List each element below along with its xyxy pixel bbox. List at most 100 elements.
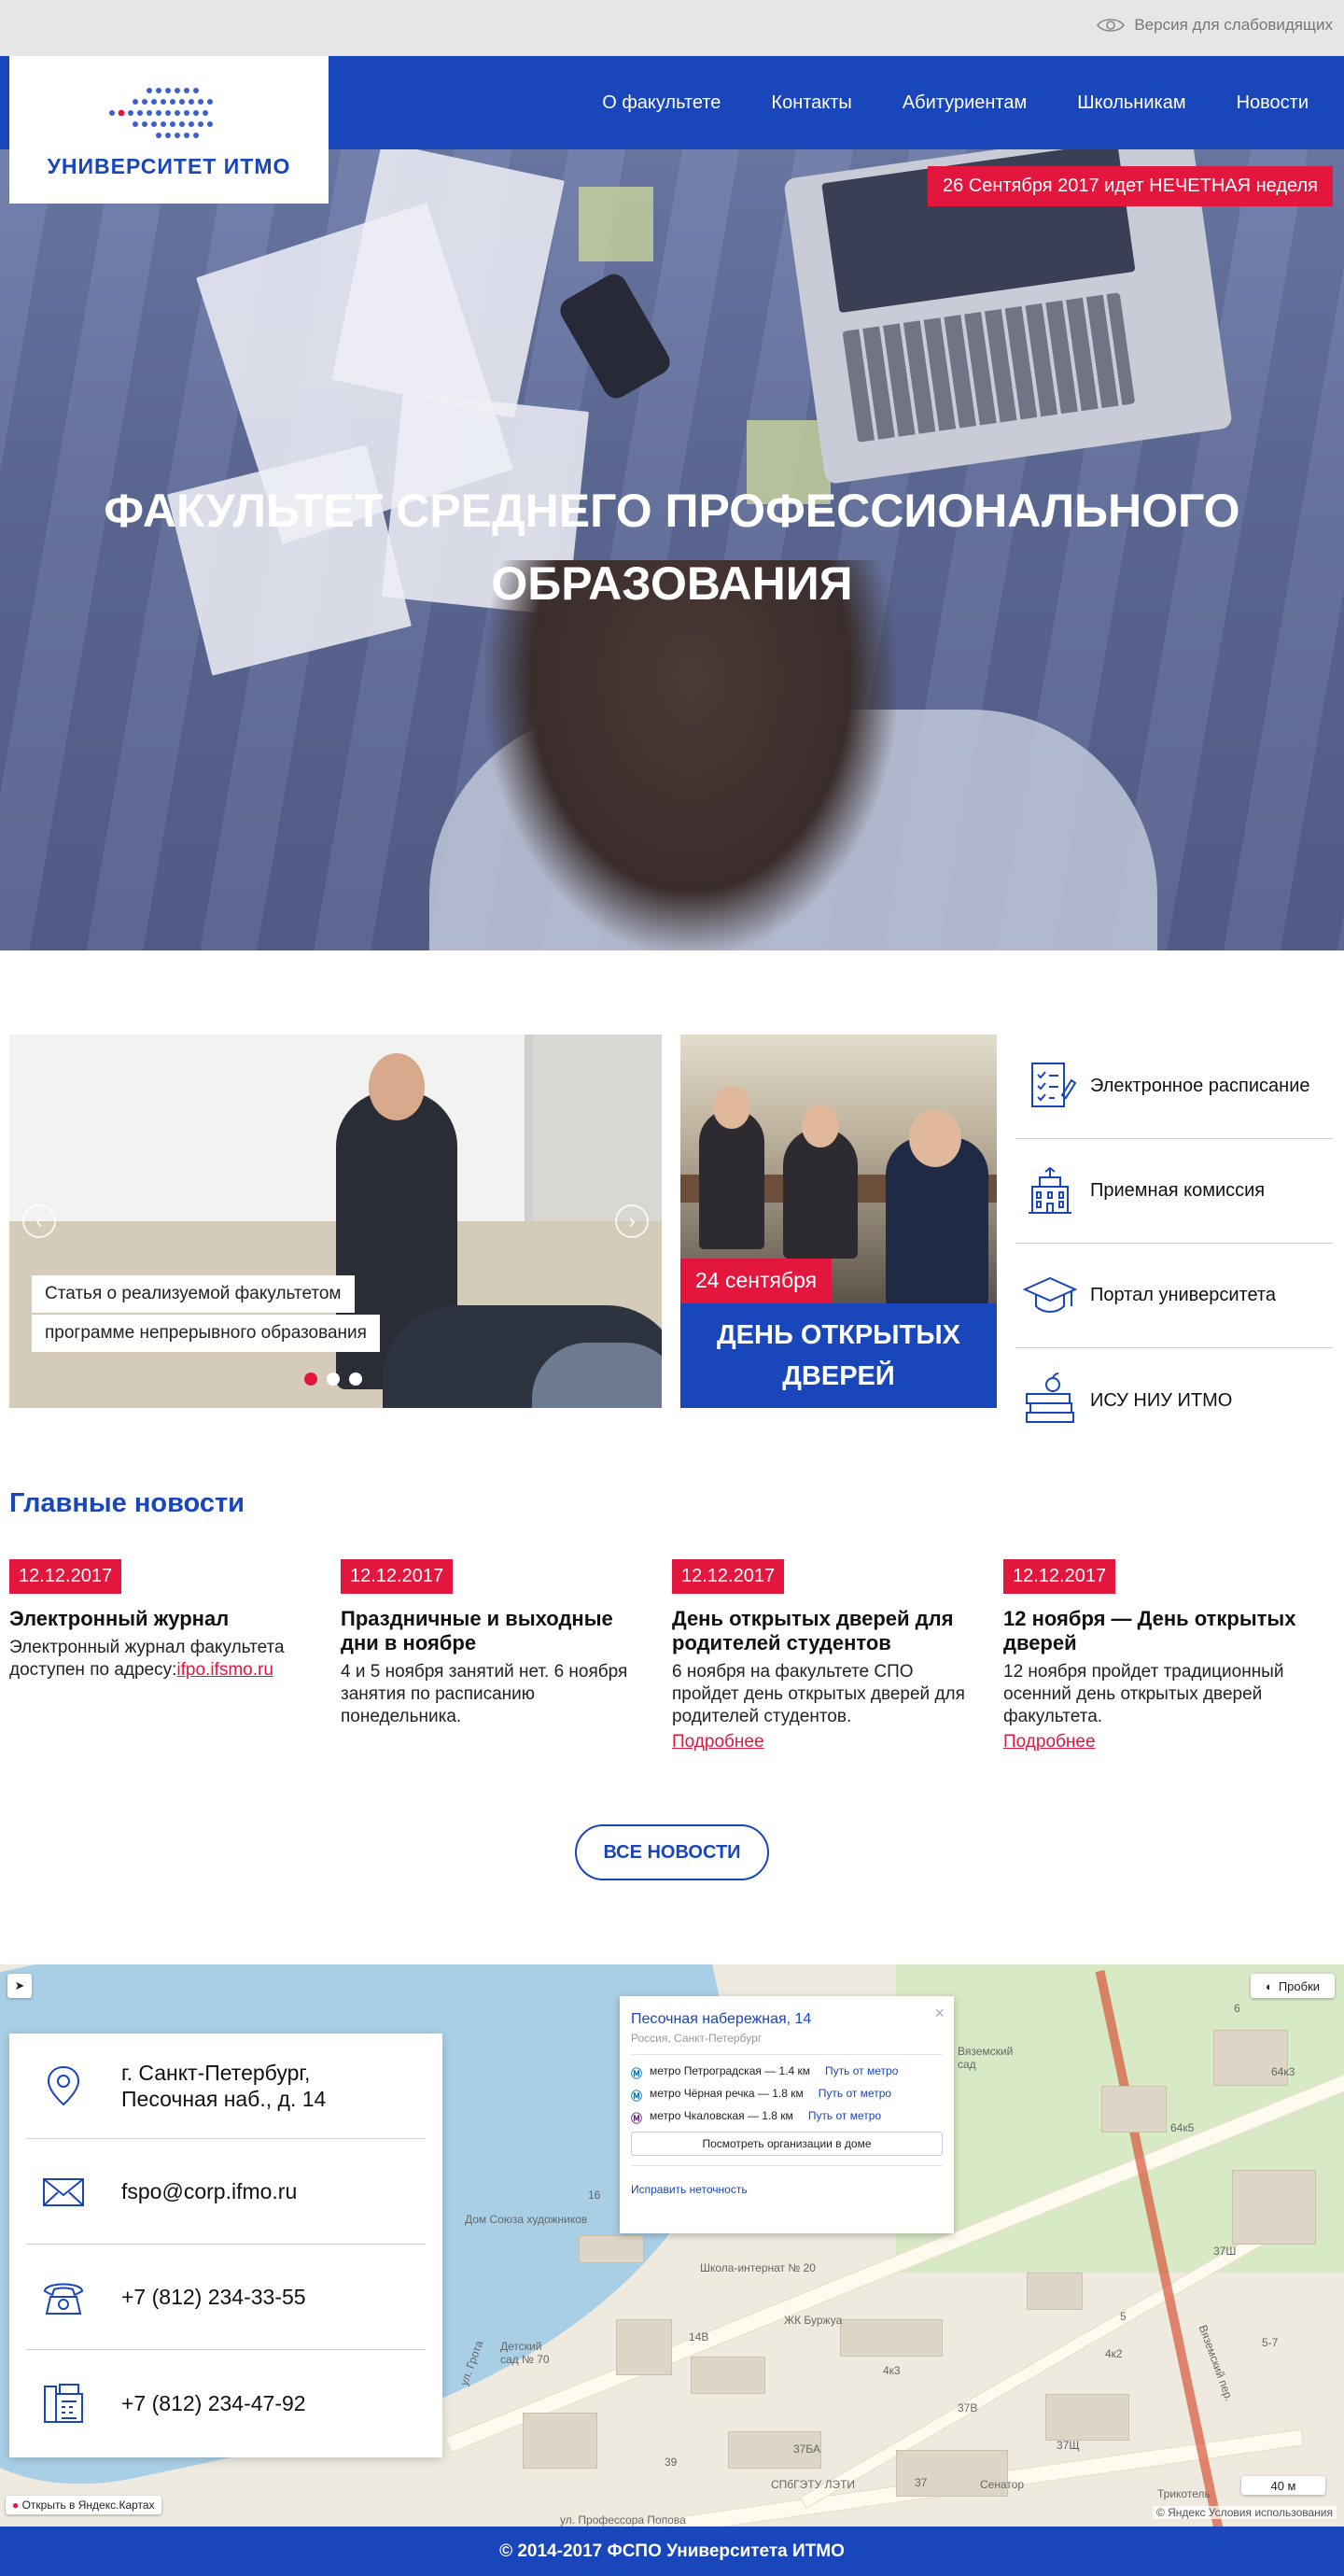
logo-dot bbox=[193, 87, 199, 93]
news-more-link[interactable]: Подробнее bbox=[1003, 1732, 1096, 1753]
slider-dot[interactable] bbox=[327, 1372, 340, 1386]
logo-dot bbox=[147, 87, 152, 93]
metro-route-link[interactable]: Путь от метро bbox=[819, 2087, 891, 2100]
slider-dot[interactable] bbox=[304, 1372, 317, 1386]
map-label: ЖК Буржуа bbox=[784, 2314, 843, 2327]
logo-dot bbox=[207, 120, 213, 127]
logo-dot bbox=[165, 132, 171, 138]
quick-link-portal[interactable]: Портал университета bbox=[1015, 1244, 1333, 1348]
report-inaccuracy-link[interactable]: Исправить неточность bbox=[631, 2183, 943, 2196]
contact-phone-text[interactable]: +7 (812) 234-33-55 bbox=[121, 2284, 306, 2310]
accessibility-label: Версия для слабовидящих bbox=[1134, 16, 1333, 34]
map-terms[interactable]: © Яндекс Условия использования bbox=[1152, 2506, 1337, 2519]
hero-title-line2: ОБРАЗОВАНИЯ bbox=[491, 557, 853, 610]
logo-dot bbox=[189, 98, 194, 105]
building-icon bbox=[1029, 1166, 1071, 1214]
news-title[interactable]: Праздничные и выходные дни в ноябре bbox=[341, 1607, 653, 1655]
map-pin-icon: ● bbox=[12, 2499, 20, 2512]
map-label: 4к2 bbox=[1105, 2347, 1123, 2360]
accessibility-version-link[interactable]: Версия для слабовидящих bbox=[1097, 16, 1333, 35]
news-text: 4 и 5 ноября занятий нет. 6 ноября занят… bbox=[341, 1662, 628, 1726]
nav-item-schoolchildren[interactable]: Школьникам bbox=[1077, 92, 1185, 114]
copyright-text: © 2014-2017 ФСПО Университета ИТМО bbox=[499, 2541, 845, 2561]
open-day-card[interactable]: 24 сентября ДЕНЬ ОТКРЫТЫХ ДВЕРЕЙ bbox=[680, 1035, 997, 1408]
slide-caption-line2: программе непрерывного образования bbox=[32, 1315, 380, 1352]
quick-link-isu[interactable]: ИСУ НИУ ИТМО bbox=[1015, 1348, 1333, 1453]
slide-caption-line1: Статья о реализуемой факультетом bbox=[32, 1275, 355, 1313]
logo-dot bbox=[161, 120, 166, 127]
quick-link-label: Портал университета bbox=[1090, 1285, 1276, 1305]
nav-item-news[interactable]: Новости bbox=[1237, 92, 1309, 114]
map-label: 6 bbox=[1234, 2002, 1240, 2015]
open-day-title-line1: ДЕНЬ ОТКРЫТЫХ bbox=[717, 1320, 960, 1350]
logo-dot bbox=[133, 120, 138, 127]
map-building bbox=[1101, 2086, 1167, 2133]
sticky-note bbox=[579, 187, 653, 261]
chevron-right-icon[interactable]: › bbox=[615, 1204, 649, 1238]
contact-email-text[interactable]: fspo@corp.ifmo.ru bbox=[121, 2178, 297, 2204]
photo-student-face bbox=[909, 1109, 961, 1167]
close-icon[interactable]: × bbox=[934, 2004, 945, 2023]
map-label: 64к5 bbox=[1170, 2121, 1195, 2134]
news-date: 12.12.2017 bbox=[341, 1559, 454, 1594]
logo-dot bbox=[198, 98, 203, 105]
logo-dots-icon bbox=[109, 87, 213, 138]
balloon-title: Песочная набережная, 14 bbox=[631, 2011, 812, 2027]
logo-dot bbox=[198, 120, 203, 127]
metro-row: Ⓜ метро Чкаловская — 1.8 км Путь от метр… bbox=[631, 2109, 943, 2125]
nav-item-applicants[interactable]: Абитуриентам bbox=[903, 92, 1027, 114]
logo-dot bbox=[156, 109, 161, 116]
logo-dot bbox=[170, 120, 175, 127]
logo-dot bbox=[203, 109, 208, 116]
quick-link-label: ИСУ НИУ ИТМО bbox=[1090, 1389, 1233, 1411]
news-date: 12.12.2017 bbox=[672, 1559, 785, 1594]
news-title[interactable]: День открытых дверей для родителей студе… bbox=[672, 1607, 985, 1655]
traffic-button[interactable]: ◐ Пробки bbox=[1251, 1974, 1335, 1998]
nav-item-about[interactable]: О факультете bbox=[602, 92, 721, 114]
all-news-button[interactable]: ВСЕ НОВОСТИ bbox=[575, 1824, 769, 1880]
university-logo[interactable]: УНИВЕРСИТЕТ ИТМО bbox=[9, 56, 329, 204]
metro-route-link[interactable]: Путь от метро bbox=[808, 2109, 881, 2122]
graduation-cap-icon bbox=[1022, 1276, 1078, 1313]
logo-dot bbox=[175, 109, 180, 116]
map-label: Дом Союза художников bbox=[465, 2213, 588, 2226]
geolocation-icon[interactable]: ➤ bbox=[7, 1974, 32, 1998]
news-heading: Главные новости bbox=[9, 1488, 245, 1518]
news-date: 12.12.2017 bbox=[9, 1559, 122, 1594]
nav-item-contacts[interactable]: Контакты bbox=[771, 92, 851, 114]
contact-fax-text[interactable]: +7 (812) 234-47-92 bbox=[121, 2390, 306, 2416]
schedule-icon bbox=[1031, 1062, 1077, 1107]
view-organizations-button[interactable]: Посмотреть организации в доме bbox=[631, 2132, 943, 2156]
contact-email[interactable]: fspo@corp.ifmo.ru bbox=[26, 2139, 426, 2245]
open-day-title-line2: ДВЕРЕЙ bbox=[782, 1361, 895, 1391]
metro-icon: Ⓜ bbox=[631, 2067, 643, 2080]
news-slider[interactable]: Статья о реализуемой факультетом програм… bbox=[9, 1035, 662, 1408]
map-building bbox=[523, 2413, 597, 2469]
footer: © 2014-2017 ФСПО Университета ИТМО bbox=[0, 2527, 1344, 2576]
open-day-date: 24 сентября bbox=[680, 1259, 833, 1302]
logo-dot bbox=[109, 109, 115, 116]
metro-station: метро Чкаловская — 1.8 км bbox=[650, 2109, 793, 2122]
map-label: 37 bbox=[915, 2476, 928, 2489]
contact-fax[interactable]: +7 (812) 234-47-92 bbox=[26, 2350, 426, 2456]
map-label: Школа-интернат № 20 bbox=[700, 2261, 816, 2274]
chevron-left-icon[interactable]: ‹ bbox=[22, 1204, 56, 1238]
quick-link-admission[interactable]: Приемная комиссия bbox=[1015, 1139, 1333, 1244]
contacts-card: г. Санкт-Петербург, Песочная наб., д. 14… bbox=[9, 2034, 442, 2457]
logo-dot bbox=[147, 109, 152, 116]
news-title[interactable]: 12 ноября — День открытых дверей bbox=[1003, 1607, 1316, 1655]
slider-dot[interactable] bbox=[349, 1372, 362, 1386]
news-link[interactable]: ifpo.ifsmo.ru bbox=[176, 1660, 273, 1680]
metro-route-link[interactable]: Путь от метро bbox=[825, 2064, 898, 2077]
news-more-link[interactable]: Подробнее bbox=[672, 1732, 764, 1753]
balloon-subtitle: Россия, Санкт-Петербург bbox=[631, 2032, 763, 2045]
photo-student-face bbox=[713, 1086, 750, 1129]
news-title[interactable]: Электронный журнал bbox=[9, 1607, 322, 1631]
contact-phone[interactable]: +7 (812) 234-33-55 bbox=[26, 2245, 426, 2350]
quick-link-schedule[interactable]: Электронное расписание bbox=[1015, 1035, 1333, 1139]
hero-title-line1: ФАКУЛЬТЕТ СРЕДНЕГО ПРОФЕССИОНАЛЬНОГО bbox=[104, 485, 1240, 537]
logo-dot bbox=[156, 87, 161, 93]
news-card: 12.12.2017 Праздничные и выходные дни в … bbox=[341, 1559, 672, 1753]
metro-icon: Ⓜ bbox=[631, 2090, 643, 2103]
open-in-yandex-maps-button[interactable]: ● Открыть в Яндекс.Картах bbox=[6, 2496, 161, 2514]
